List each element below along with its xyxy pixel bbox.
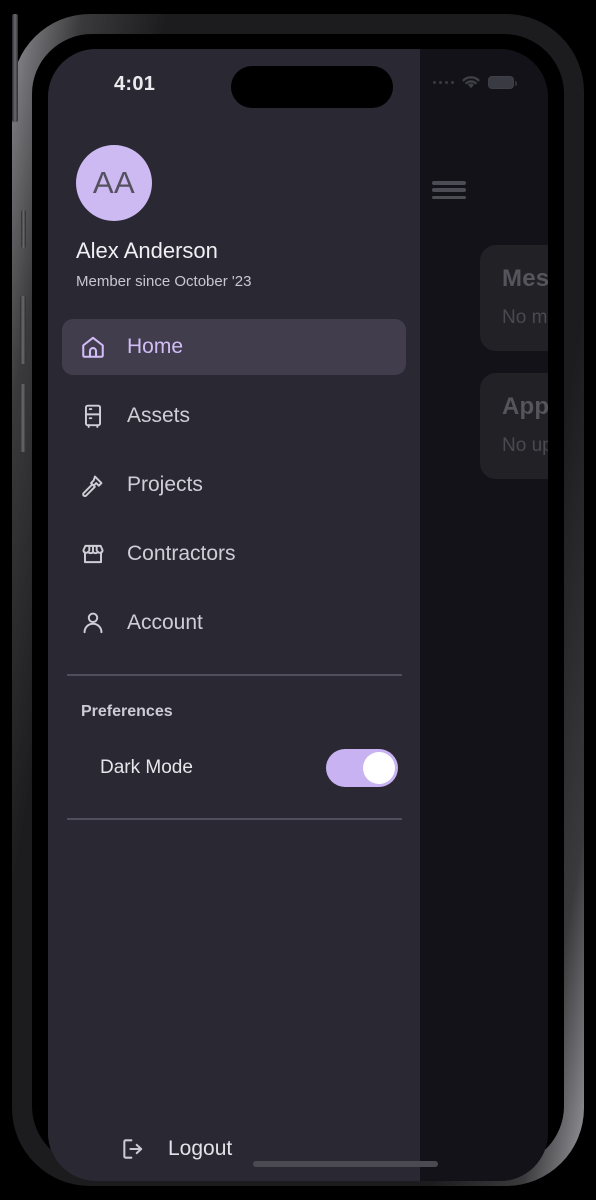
phone-screen: Messages No message Appointm No upcoming… (48, 49, 548, 1181)
dark-mode-row: Dark Mode (100, 749, 398, 787)
signal-dots-icon (433, 81, 454, 84)
battery-icon (488, 76, 517, 89)
card-title: Appointm (502, 393, 548, 420)
sidebar-item-assets[interactable]: Assets (62, 388, 406, 444)
cabinet-icon (80, 403, 106, 429)
dark-mode-label: Dark Mode (100, 757, 193, 778)
messages-card[interactable]: Messages No message (480, 245, 548, 351)
silent-switch-button[interactable] (21, 210, 26, 248)
navigation-drawer: 4:01 AA Alex Anderson Member since Octob… (48, 49, 438, 1181)
sidebar-item-label: Projects (127, 473, 203, 496)
status-bar-time: 4:01 (114, 73, 156, 95)
preferences-heading: Preferences (81, 703, 173, 720)
home-icon (80, 334, 106, 360)
appointments-card[interactable]: Appointm No upcoming (480, 373, 548, 479)
volume-up-button[interactable] (20, 296, 26, 364)
card-subtitle: No upcoming (502, 435, 548, 456)
logout-icon (120, 1136, 146, 1162)
wifi-icon (461, 75, 481, 90)
toggle-knob (363, 752, 395, 784)
card-subtitle: No message (502, 307, 548, 328)
storefront-icon (80, 541, 106, 567)
avatar[interactable]: AA (76, 145, 152, 221)
phone-frame: Messages No message Appointm No upcoming… (12, 14, 584, 1186)
nav-list: Home Assets Projects Contractors Account (48, 319, 420, 664)
status-bar-indicators (433, 75, 517, 90)
sidebar-item-account[interactable]: Account (62, 595, 406, 651)
status-bar: 4:01 (48, 49, 420, 108)
logout-label: Logout (168, 1137, 233, 1160)
profile-section: AA Alex Anderson Member since October '2… (48, 105, 420, 290)
hammer-icon (80, 472, 106, 498)
logout-button[interactable]: Logout (48, 1117, 420, 1181)
sidebar-item-contractors[interactable]: Contractors (62, 526, 406, 582)
hamburger-menu-icon[interactable] (432, 177, 466, 203)
divider-top (67, 674, 402, 676)
home-indicator (253, 1161, 438, 1167)
profile-member-since: Member since October '23 (76, 273, 252, 290)
profile-name: Alex Anderson (76, 238, 218, 263)
sidebar-item-label: Contractors (127, 542, 236, 565)
sidebar-item-projects[interactable]: Projects (62, 457, 406, 513)
sidebar-item-label: Account (127, 611, 203, 634)
person-icon (80, 610, 106, 636)
volume-down-button[interactable] (20, 384, 26, 452)
dynamic-island (231, 66, 393, 108)
card-title: Messages (502, 265, 548, 292)
sidebar-item-home[interactable]: Home (62, 319, 406, 375)
sidebar-item-label: Assets (127, 404, 191, 427)
dark-mode-toggle[interactable] (326, 749, 398, 787)
background-card-list: Messages No message Appointm No upcoming (480, 245, 548, 501)
drawer-spacer (48, 820, 420, 1117)
power-button[interactable] (12, 14, 18, 122)
sidebar-item-label: Home (127, 335, 184, 358)
